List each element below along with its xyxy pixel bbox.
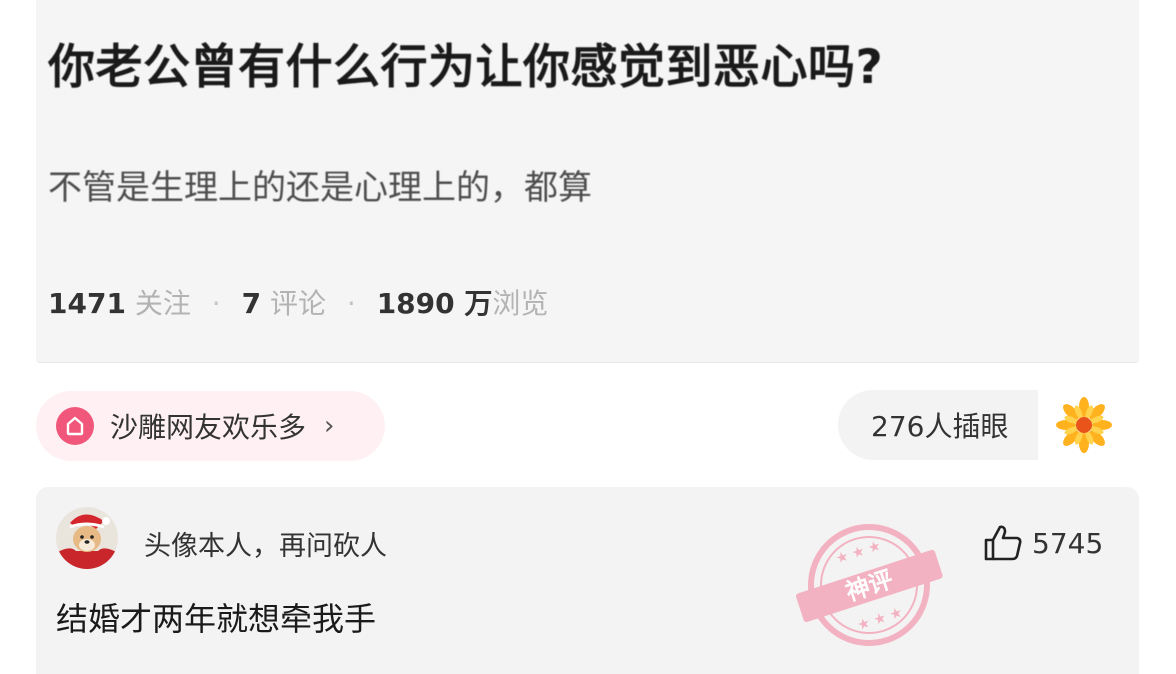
follow-label: 关注	[134, 287, 191, 320]
question-stats: 1471 关注 · 7 评论 · 1890 万浏览	[48, 282, 548, 322]
view-count: 1890 万	[376, 287, 493, 320]
comment-label: 评论	[269, 287, 326, 320]
svg-text:★ ★ ★: ★ ★ ★	[856, 604, 905, 634]
circle-link-button[interactable]: 沙雕网友欢乐多 ›	[36, 391, 385, 461]
svg-text:★ ★ ★: ★ ★ ★	[834, 538, 883, 568]
stamp-text: 神评	[842, 565, 896, 606]
house-icon	[56, 407, 94, 445]
chevron-right-icon: ›	[324, 411, 335, 441]
bookmark-reaction-button[interactable]: 276人插眼	[838, 390, 1130, 460]
thumbs-up-icon	[984, 525, 1022, 561]
separator-dot: ·	[346, 287, 356, 320]
view-label: 浏览	[492, 287, 549, 320]
question-card[interactable]: 你老公曾有什么行为让你感觉到恶心吗? 不管是生理上的还是心理上的，都算 1471…	[36, 0, 1139, 363]
like-count: 5745	[1032, 526, 1104, 560]
commenter-name[interactable]: 头像本人，再问砍人	[144, 524, 387, 563]
reaction-count-label: 276人插眼	[871, 410, 1009, 443]
like-button[interactable]: 5745	[982, 522, 1103, 564]
follow-count: 1471	[48, 287, 126, 320]
comment-card[interactable]: 头像本人，再问砍人 神评 ★ ★ ★ ★ ★ ★ 5745 结婚才两年就想牵我手	[36, 487, 1139, 674]
question-description: 不管是生理上的还是心理上的，都算	[48, 168, 592, 208]
stamp-badge: 神评 ★ ★ ★ ★ ★ ★	[796, 524, 943, 646]
avatar[interactable]	[56, 507, 118, 569]
comment-count: 7	[241, 287, 262, 320]
circle-label: 沙雕网友欢乐多	[110, 411, 307, 444]
question-title[interactable]: 你老公曾有什么行为让你感觉到恶心吗?	[48, 28, 883, 97]
comment-text: 结婚才两年就想牵我手	[56, 600, 377, 638]
separator-dot: ·	[211, 287, 221, 320]
flower-icon	[1038, 390, 1130, 460]
